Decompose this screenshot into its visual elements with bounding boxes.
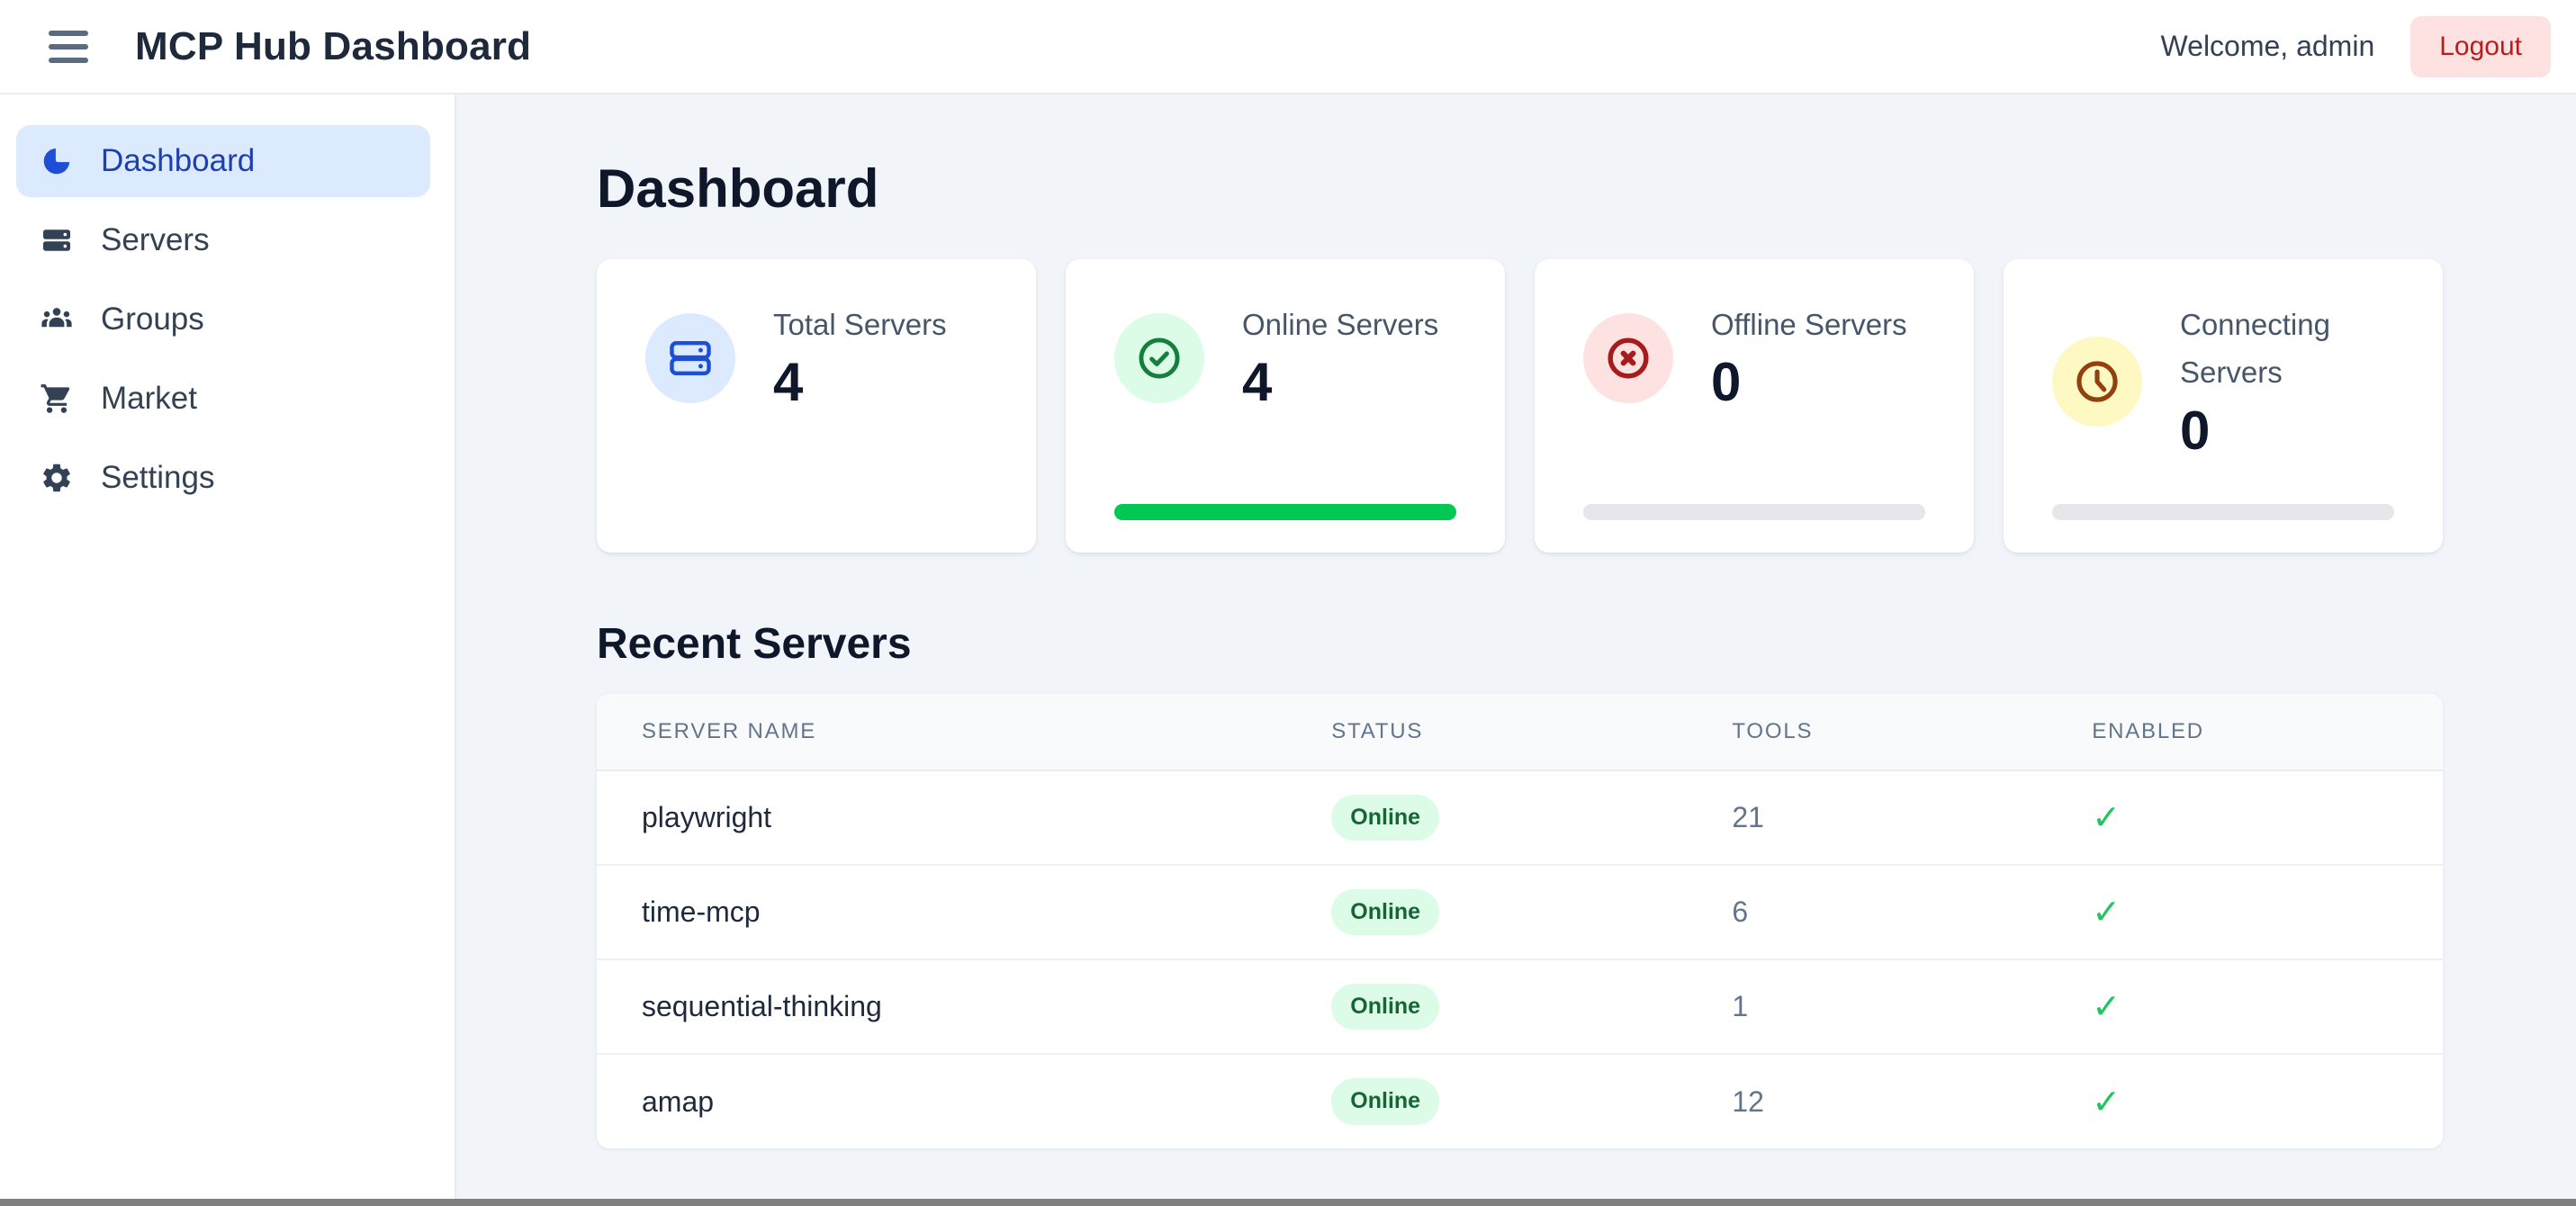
recent-servers-table-card: SERVER NAME STATUS TOOLS ENABLED playwri…	[597, 694, 2443, 1148]
sidebar-item-groups[interactable]: Groups	[16, 284, 430, 356]
tools-count: 6	[1732, 865, 2092, 959]
server-name: amap	[597, 1054, 1331, 1148]
horizontal-scrollbar[interactable]	[0, 1199, 2576, 1206]
online-progress-bar	[1114, 504, 1456, 520]
column-header-server-name: SERVER NAME	[597, 694, 1331, 770]
app-root: MCP Hub Dashboard Welcome, admin Logout …	[0, 0, 2576, 1206]
sidebar-item-settings[interactable]: Settings	[16, 442, 430, 514]
menu-icon	[49, 44, 88, 50]
stats-row: Total Servers 4	[597, 259, 2443, 553]
server-stack-icon	[40, 223, 74, 257]
menu-icon	[49, 58, 88, 63]
table-row[interactable]: sequential-thinking Online 1 ✓	[597, 959, 2443, 1054]
users-icon	[40, 302, 74, 337]
menu-button[interactable]	[40, 18, 97, 76]
x-circle-icon	[1583, 313, 1673, 403]
header-left: MCP Hub Dashboard	[40, 18, 531, 76]
status-badge: Online	[1331, 984, 1439, 1030]
sidebar-item-label: Settings	[101, 460, 214, 496]
main-content: Dashboard	[456, 94, 2576, 1199]
table-row[interactable]: amap Online 12 ✓	[597, 1054, 2443, 1148]
menu-icon	[49, 31, 88, 36]
stat-card-connecting-servers: Connecting Servers 0	[2004, 259, 2443, 553]
column-header-tools: TOOLS	[1732, 694, 2092, 770]
table-row[interactable]: playwright Online 21 ✓	[597, 770, 2443, 865]
connecting-progress-bar	[2052, 504, 2394, 520]
sidebar-item-label: Market	[101, 381, 197, 417]
check-icon: ✓	[2092, 865, 2443, 959]
sidebar-nav: Dashboard Servers	[0, 125, 455, 514]
stat-value: 0	[1711, 350, 1907, 415]
body-row: Dashboard Servers	[0, 94, 2576, 1199]
server-name: sequential-thinking	[597, 959, 1331, 1054]
server-name: playwright	[597, 770, 1331, 865]
app-title: MCP Hub Dashboard	[135, 24, 531, 69]
recent-servers-table: SERVER NAME STATUS TOOLS ENABLED playwri…	[597, 694, 2443, 1148]
sidebar-item-dashboard[interactable]: Dashboard	[16, 125, 430, 197]
page-title: Dashboard	[597, 158, 2443, 220]
sidebar-item-label: Servers	[101, 222, 210, 258]
column-header-status: STATUS	[1331, 694, 1732, 770]
check-circle-icon	[1114, 313, 1204, 403]
gear-icon	[40, 461, 74, 495]
stat-card-offline-servers: Offline Servers 0	[1535, 259, 1974, 553]
tools-count: 12	[1732, 1054, 2092, 1148]
check-icon: ✓	[2092, 959, 2443, 1054]
check-icon: ✓	[2092, 770, 2443, 865]
server-name: time-mcp	[597, 865, 1331, 959]
header-right: Welcome, admin Logout	[2161, 16, 2551, 77]
status-badge: Online	[1331, 795, 1439, 841]
stat-label: Total Servers	[773, 301, 947, 348]
sidebar-item-servers[interactable]: Servers	[16, 204, 430, 276]
stat-label: Connecting Servers	[2180, 301, 2394, 397]
welcome-text: Welcome, admin	[2161, 30, 2375, 63]
tools-count: 21	[1732, 770, 2092, 865]
offline-progress-bar	[1583, 504, 1925, 520]
stat-value: 4	[773, 350, 947, 415]
column-header-enabled: ENABLED	[2092, 694, 2443, 770]
status-badge: Online	[1331, 1078, 1439, 1124]
stat-value: 4	[1242, 350, 1438, 415]
pie-chart-icon	[40, 144, 74, 178]
table-header-row: SERVER NAME STATUS TOOLS ENABLED	[597, 694, 2443, 770]
app-header: MCP Hub Dashboard Welcome, admin Logout	[0, 0, 2576, 94]
stat-card-online-servers: Online Servers 4	[1066, 259, 1505, 553]
status-badge: Online	[1331, 889, 1439, 935]
check-icon: ✓	[2092, 1054, 2443, 1148]
server-icon	[645, 313, 735, 403]
stat-card-total-servers: Total Servers 4	[597, 259, 1036, 553]
stat-value: 0	[2180, 399, 2394, 464]
recent-servers-title: Recent Servers	[597, 619, 2443, 669]
sidebar-item-label: Groups	[101, 302, 204, 338]
sidebar-item-label: Dashboard	[101, 143, 255, 179]
table-row[interactable]: time-mcp Online 6 ✓	[597, 865, 2443, 959]
sidebar: Dashboard Servers	[0, 94, 456, 1199]
clock-icon	[2052, 337, 2142, 427]
sidebar-item-market[interactable]: Market	[16, 363, 430, 435]
tools-count: 1	[1732, 959, 2092, 1054]
stat-label: Online Servers	[1242, 301, 1438, 348]
stat-label: Offline Servers	[1711, 301, 1907, 348]
cart-icon	[40, 382, 74, 416]
logout-button[interactable]: Logout	[2410, 16, 2551, 77]
